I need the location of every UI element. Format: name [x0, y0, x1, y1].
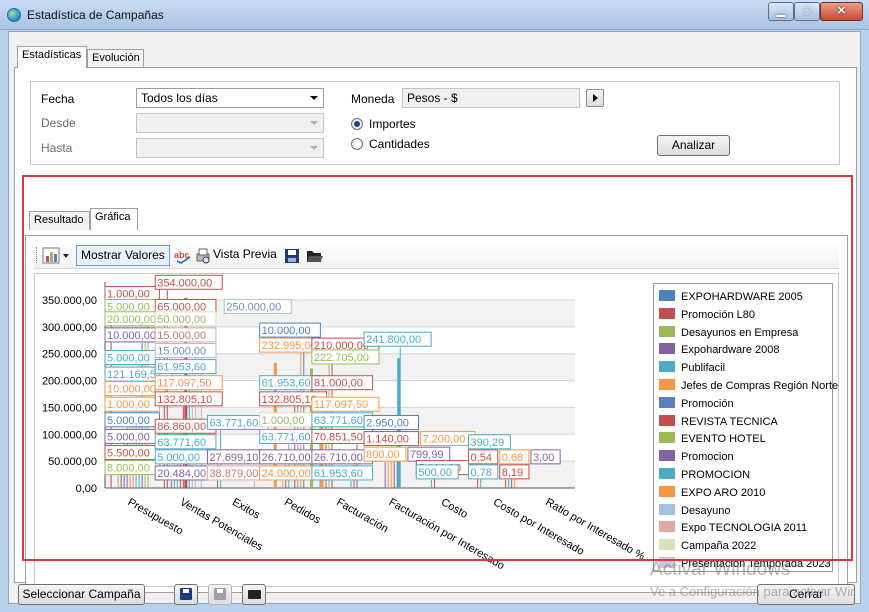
cantidades-radio[interactable]	[351, 138, 363, 150]
title-bar: Estadística de Campañas ▁ □ ✕	[0, 0, 869, 30]
close-window-button[interactable]: ✕	[820, 2, 863, 21]
tab-estadisticas[interactable]: Estadísticas	[17, 46, 87, 68]
chevron-down-icon	[310, 121, 318, 125]
minimize-icon: ▁	[776, 5, 786, 17]
save-button[interactable]	[174, 584, 198, 605]
chevron-down-icon	[310, 146, 318, 150]
desde-label: Desde	[41, 116, 76, 130]
importes-label: Importes	[369, 117, 416, 131]
analizar-button[interactable]: Analizar	[657, 135, 730, 156]
cantidades-label: Cantidades	[369, 137, 430, 151]
highlight-frame	[22, 175, 853, 561]
app-icon	[7, 8, 21, 22]
save-as-button[interactable]	[208, 584, 232, 605]
arrow-right-icon	[593, 94, 598, 102]
moneda-field[interactable]: Pesos - $	[402, 88, 580, 108]
seleccionar-campana-button[interactable]: Seleccionar Campaña	[18, 584, 145, 605]
desde-combo[interactable]	[136, 113, 324, 133]
close-icon: ✕	[836, 5, 847, 17]
floppy-icon	[214, 588, 226, 600]
tab-evolucion[interactable]: Evolución	[87, 49, 144, 68]
importes-radio[interactable]	[351, 118, 363, 130]
hasta-label: Hasta	[41, 141, 73, 155]
maximize-button[interactable]: □	[794, 2, 820, 21]
activation-watermark-text: Ve a Configuración para activar Windows.	[650, 584, 855, 599]
filter-group: Fecha Todos los días Desde Hasta Moneda …	[30, 81, 840, 165]
floppy-icon	[180, 588, 192, 600]
folder-icon	[248, 590, 261, 599]
hasta-combo[interactable]	[136, 138, 324, 158]
open-button[interactable]	[242, 584, 266, 605]
chevron-down-icon	[310, 96, 318, 100]
tab-grafica[interactable]: Gráfica	[90, 208, 138, 230]
fecha-combo[interactable]: Todos los días	[136, 88, 324, 108]
moneda-label: Moneda	[351, 92, 395, 106]
fecha-value: Todos los días	[141, 91, 218, 105]
minimize-button[interactable]: ▁	[768, 2, 794, 21]
moneda-select-button[interactable]	[586, 89, 604, 107]
window-title: Estadística de Campañas	[27, 8, 164, 22]
activation-watermark-title: Activar Windows	[650, 559, 791, 580]
maximize-icon: □	[803, 5, 811, 17]
fecha-label: Fecha	[41, 92, 75, 106]
